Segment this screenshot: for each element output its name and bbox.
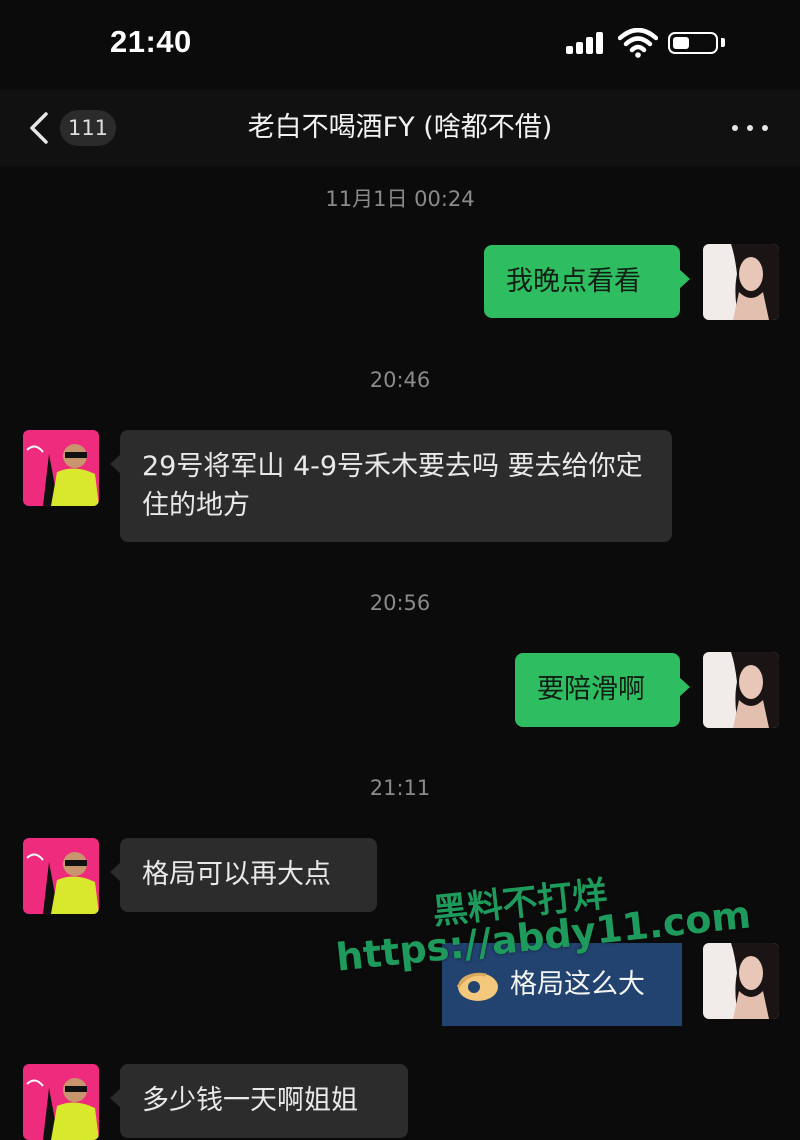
- timestamp-separator: 11月1日 00:24: [325, 187, 475, 211]
- more-dots-icon[interactable]: [728, 112, 772, 144]
- chevron-left-icon[interactable]: [22, 110, 58, 146]
- unread-count-badge[interactable]: 111: [60, 110, 116, 146]
- received-message-bubble[interactable]: 29号将军山 4-9号禾木要去吗 要去给你定住的地方: [110, 430, 672, 542]
- sent-message-bubble[interactable]: 要陪滑啊: [515, 653, 690, 727]
- wifi-icon: [618, 28, 658, 58]
- received-message-bubble[interactable]: 格局可以再大点: [110, 838, 377, 912]
- my-avatar[interactable]: [703, 943, 779, 1019]
- chat-header: 111 老白不喝酒FY (啥都不借): [0, 90, 800, 166]
- ok-hand-icon: [456, 972, 498, 1001]
- contact-avatar[interactable]: [23, 430, 99, 506]
- chat-title: 老白不喝酒FY (啥都不借): [247, 112, 553, 143]
- battery-icon: [668, 32, 718, 54]
- contact-avatar[interactable]: [23, 1064, 99, 1140]
- timestamp-separator: 21:11: [369, 776, 431, 800]
- sticker-caption: 格局这么大: [510, 969, 645, 1000]
- cellular-signal-icon: [566, 30, 610, 54]
- sent-message-bubble[interactable]: 我晚点看看: [484, 245, 690, 318]
- timestamp-separator: 20:56: [369, 591, 431, 615]
- battery-tip: [721, 38, 725, 47]
- my-avatar[interactable]: [703, 244, 779, 320]
- status-bar: 21:40: [0, 0, 800, 90]
- timestamp-separator: 20:46: [369, 368, 431, 392]
- received-message-bubble[interactable]: 多少钱一天啊姐姐: [110, 1064, 408, 1138]
- my-avatar[interactable]: [703, 652, 779, 728]
- contact-avatar[interactable]: [23, 838, 99, 914]
- status-time: 21:40: [110, 24, 192, 59]
